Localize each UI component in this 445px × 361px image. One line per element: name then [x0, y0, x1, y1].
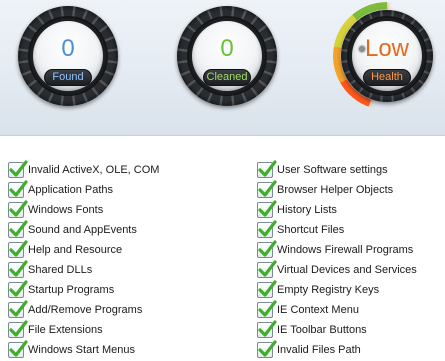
- checkmark-icon: [9, 180, 28, 197]
- scan-item-label: Shared DLLs: [28, 264, 93, 276]
- scan-item-label: Shortcut Files: [277, 224, 345, 236]
- checkmark-icon: [258, 240, 277, 257]
- checkmark-icon: [9, 240, 28, 257]
- scan-item[interactable]: Invalid ActiveX, OLE, COM: [8, 160, 160, 179]
- checkmark-icon: [9, 200, 28, 217]
- checkbox[interactable]: [8, 300, 28, 318]
- checkbox[interactable]: [257, 300, 277, 318]
- checkbox[interactable]: [8, 260, 28, 278]
- scan-item-label: History Lists: [277, 204, 337, 216]
- cleaned-count: 0: [220, 35, 234, 62]
- checkbox[interactable]: [8, 180, 28, 198]
- checkmark-icon: [258, 260, 277, 277]
- scan-item[interactable]: Invalid Files Path: [257, 340, 361, 359]
- scan-item[interactable]: Sound and AppEvents: [8, 220, 137, 239]
- checkmark-icon: [258, 320, 277, 337]
- scan-item[interactable]: IE Context Menu: [257, 300, 359, 319]
- checkmark-icon: [258, 280, 277, 297]
- scan-item[interactable]: Shared DLLs: [8, 260, 93, 279]
- stats-panel: 0 Found 0 Cleaned Low Health: [0, 0, 445, 136]
- checkbox[interactable]: [8, 220, 28, 238]
- checkbox[interactable]: [8, 320, 28, 338]
- checkbox[interactable]: [257, 160, 277, 178]
- checkbox[interactable]: [257, 200, 277, 218]
- checkbox[interactable]: [257, 240, 277, 258]
- checkmark-icon: [9, 280, 28, 297]
- scan-item[interactable]: File Extensions: [8, 320, 103, 339]
- checkmark-icon: [258, 220, 277, 237]
- checkbox[interactable]: [257, 220, 277, 238]
- checkbox[interactable]: [257, 180, 277, 198]
- cleaned-gauge: 0 Cleaned: [177, 6, 277, 106]
- health-gauge: Low Health: [333, 2, 441, 110]
- scan-item-label: Add/Remove Programs: [28, 304, 143, 316]
- checkbox[interactable]: [8, 240, 28, 258]
- checkmark-icon: [258, 180, 277, 197]
- scan-item-label: Windows Fonts: [28, 204, 104, 216]
- checkmark-icon: [258, 200, 277, 217]
- scan-item-label: File Extensions: [28, 324, 103, 336]
- checkbox[interactable]: [8, 200, 28, 218]
- health-label: Health: [363, 69, 411, 86]
- checkbox[interactable]: [8, 340, 28, 358]
- scan-item-label: Windows Start Menus: [28, 344, 135, 356]
- scan-item[interactable]: Application Paths: [8, 180, 113, 199]
- scan-item-label: IE Context Menu: [277, 304, 359, 316]
- scan-item-label: Invalid Files Path: [277, 344, 361, 356]
- scan-item-label: IE Toolbar Buttons: [277, 324, 367, 336]
- scan-item-label: Empty Registry Keys: [277, 284, 380, 296]
- scan-item[interactable]: Virtual Devices and Services: [257, 260, 417, 279]
- scan-item-label: Sound and AppEvents: [28, 224, 137, 236]
- checkbox[interactable]: [8, 160, 28, 178]
- scan-item-label: Help and Resource: [28, 244, 123, 256]
- scan-item[interactable]: Empty Registry Keys: [257, 280, 380, 299]
- scan-items-list: Invalid ActiveX, OLE, COM Application Pat…: [0, 160, 445, 361]
- checkmark-icon: [9, 340, 28, 357]
- scan-item-label: Invalid ActiveX, OLE, COM: [28, 164, 160, 176]
- scan-item-label: Application Paths: [28, 184, 113, 196]
- found-count: 0: [61, 35, 75, 62]
- scan-item[interactable]: Windows Start Menus: [8, 340, 135, 359]
- health-level: Low: [364, 35, 410, 62]
- checkmark-icon: [258, 340, 277, 357]
- checkbox[interactable]: [257, 340, 277, 358]
- scan-item[interactable]: User Software settings: [257, 160, 388, 179]
- checkmark-icon: [258, 160, 277, 177]
- scan-item[interactable]: Shortcut Files: [257, 220, 345, 239]
- checkbox[interactable]: [8, 280, 28, 298]
- scan-item[interactable]: History Lists: [257, 200, 337, 219]
- found-label: Found: [44, 69, 92, 86]
- checkmark-icon: [9, 160, 28, 177]
- scan-item-label: Windows Firewall Programs: [277, 244, 414, 256]
- checkbox[interactable]: [257, 260, 277, 278]
- scan-item[interactable]: Windows Firewall Programs: [257, 240, 414, 259]
- scan-item-label: Browser Helper Objects: [277, 184, 394, 196]
- scan-item-label: Startup Programs: [28, 284, 115, 296]
- scan-item[interactable]: IE Toolbar Buttons: [257, 320, 367, 339]
- checkbox[interactable]: [257, 320, 277, 338]
- scan-item[interactable]: Browser Helper Objects: [257, 180, 394, 199]
- scan-item[interactable]: Startup Programs: [8, 280, 115, 299]
- checkbox[interactable]: [257, 280, 277, 298]
- checkmark-icon: [258, 300, 277, 317]
- checkmark-icon: [9, 220, 28, 237]
- checkmark-icon: [9, 300, 28, 317]
- checkmark-icon: [9, 260, 28, 277]
- scan-item-label: User Software settings: [277, 164, 388, 176]
- scan-item[interactable]: Add/Remove Programs: [8, 300, 143, 319]
- cleaned-label: Cleaned: [203, 69, 251, 86]
- scan-item-label: Virtual Devices and Services: [277, 264, 417, 276]
- found-gauge: 0 Found: [18, 6, 118, 106]
- scan-item[interactable]: Help and Resource: [8, 240, 123, 259]
- checkmark-icon: [9, 320, 28, 337]
- scan-item[interactable]: Windows Fonts: [8, 200, 104, 219]
